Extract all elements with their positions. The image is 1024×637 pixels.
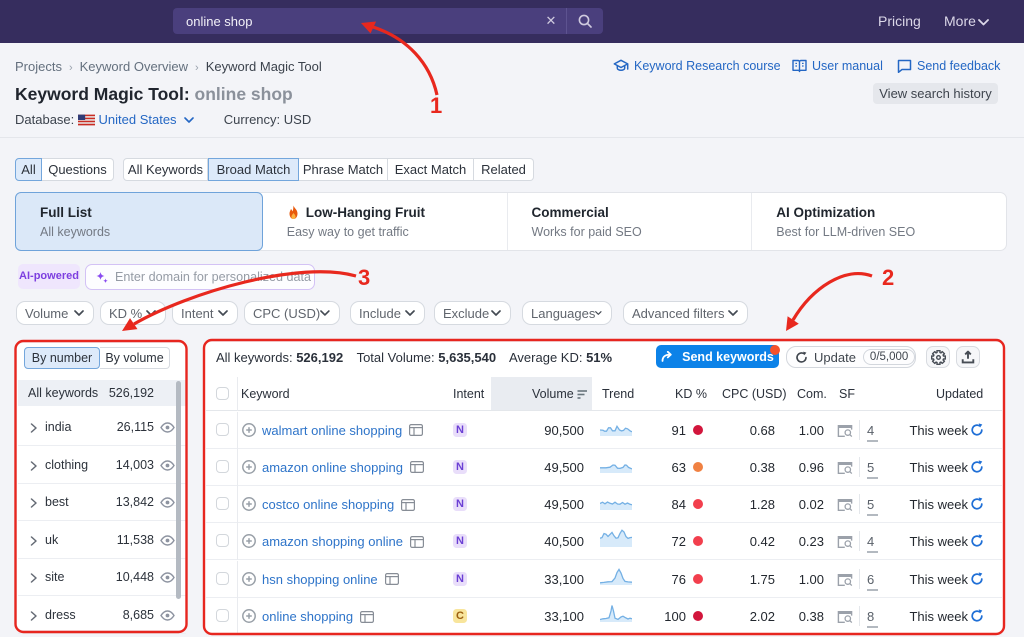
svg-text:2: 2	[882, 265, 894, 290]
svg-text:1: 1	[430, 93, 442, 118]
svg-text:3: 3	[358, 265, 370, 290]
